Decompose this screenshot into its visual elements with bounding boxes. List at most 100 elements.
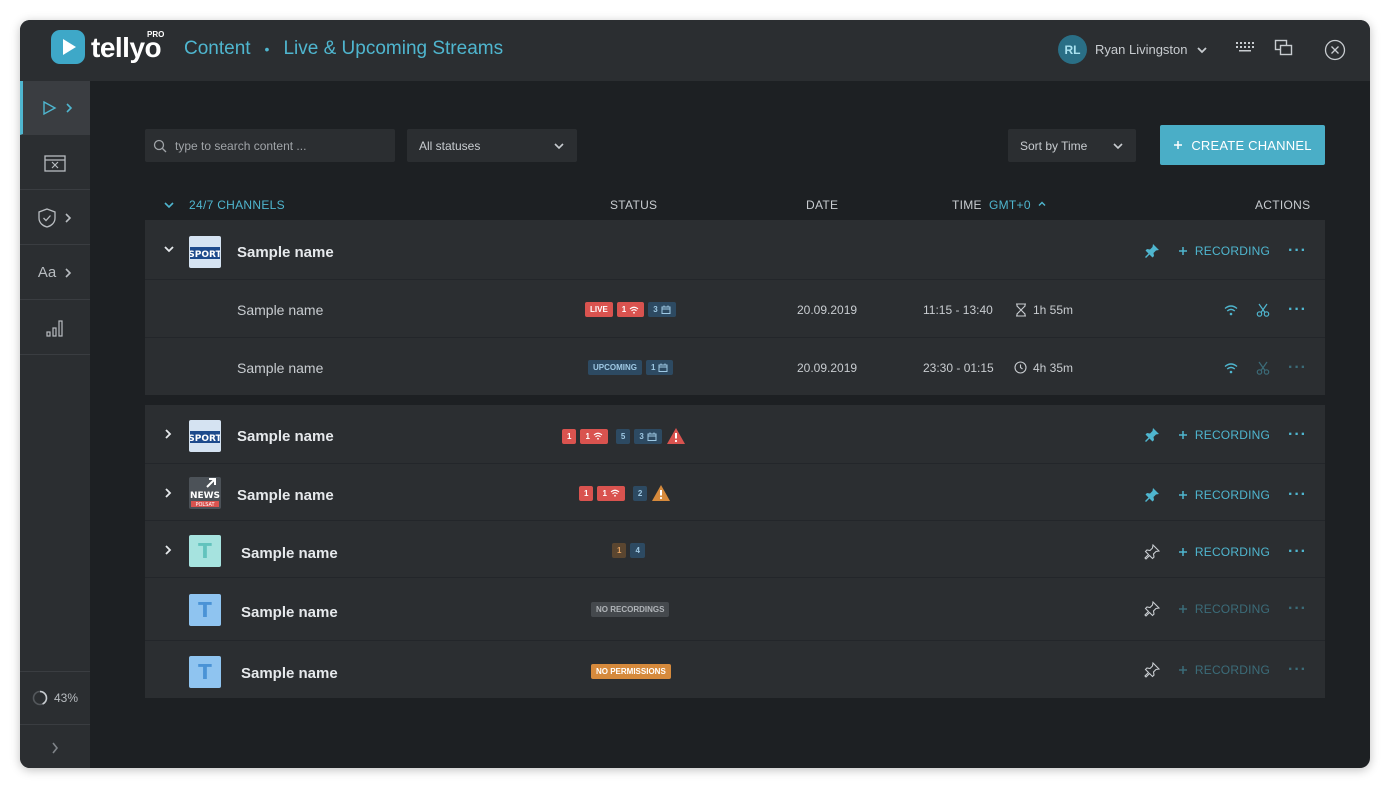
row-actions: ··· [1224, 301, 1307, 319]
play-icon [41, 100, 57, 116]
progress-ring-icon [32, 690, 48, 706]
scheduled-badge: 3 [648, 302, 676, 317]
more-options-icon[interactable]: ··· [1288, 543, 1307, 561]
warning-icon[interactable] [666, 427, 686, 445]
live-count-badge: 1 [562, 428, 577, 444]
breadcrumb-content[interactable]: Content [184, 38, 251, 60]
badge-count: 1 [585, 431, 590, 441]
more-options-icon[interactable]: ··· [1288, 359, 1307, 377]
windows-icon[interactable] [1274, 39, 1294, 57]
tellyo-logo[interactable]: tellyo PRO [51, 30, 171, 70]
column-date: DATE [806, 198, 839, 212]
sidebar-item-text[interactable]: Aa [20, 246, 90, 300]
channel-row[interactable]: NEWS POLSAT Sample name 1 1 2 RECORDING … [145, 465, 1325, 521]
pin-outline-icon[interactable] [1144, 662, 1160, 678]
stream-date: 20.09.2019 [797, 361, 858, 375]
chevron-right-icon[interactable] [163, 428, 173, 440]
stream-duration: 4h 35m [1033, 361, 1074, 375]
create-channel-button[interactable]: CREATE CHANNEL [1160, 125, 1325, 165]
pin-filled-icon[interactable] [1144, 427, 1160, 443]
sort-select[interactable]: Sort by Time [1008, 129, 1136, 162]
breadcrumb-live-streams[interactable]: Live & Upcoming Streams [283, 38, 503, 60]
pin-filled-icon[interactable] [1144, 243, 1160, 259]
stream-name: Sample name [237, 360, 324, 376]
add-recording-button[interactable]: RECORDING [1178, 244, 1270, 258]
progress-value: 43% [53, 691, 79, 705]
pin-outline-icon[interactable] [1144, 544, 1160, 560]
upcoming-badge: UPCOMING [588, 360, 642, 375]
add-recording-button[interactable]: RECORDING [1178, 602, 1270, 616]
sort-value: Sort by Time [1020, 138, 1088, 153]
more-options-icon[interactable]: ··· [1288, 661, 1307, 679]
logo-text: T [198, 660, 212, 684]
channel-row[interactable]: T Sample name NO PERMISSIONS RECORDING ·… [145, 642, 1325, 698]
user-name: Ryan Livingston [1095, 42, 1188, 57]
channel-name: Sample name [237, 428, 334, 445]
logo-text: NEWS [190, 491, 220, 501]
close-icon[interactable] [1324, 39, 1346, 61]
add-recording-button[interactable]: RECORDING [1178, 428, 1270, 442]
count-badge: 2 [632, 485, 648, 501]
sport-channel-logo: SPORT [189, 236, 221, 268]
wifi-icon[interactable] [1224, 362, 1238, 374]
row-actions: RECORDING ··· [1144, 486, 1307, 504]
more-options-icon[interactable]: ··· [1288, 301, 1307, 319]
sidebar-item-stats[interactable] [20, 301, 90, 355]
sidebar-item-clips[interactable] [20, 136, 90, 190]
user-menu[interactable]: RL Ryan Livingston [1058, 35, 1208, 64]
add-recording-button[interactable]: RECORDING [1178, 488, 1270, 502]
status-filter-select[interactable]: All statuses [407, 129, 577, 162]
sidebar-item-security[interactable] [20, 191, 90, 245]
stream-row[interactable]: Sample name LIVE 1 3 20.09.2019 11:15 - … [145, 281, 1325, 338]
plus-icon [1173, 140, 1183, 150]
channel-row[interactable]: SPORT Sample name RECORDING ··· [145, 220, 1325, 280]
channel-row[interactable]: T Sample name 1 4 RECORDING ··· [145, 522, 1325, 578]
pin-outline-icon[interactable] [1144, 601, 1160, 617]
column-time[interactable]: TIME [952, 198, 982, 212]
chevron-down-icon[interactable] [163, 243, 175, 255]
app-window: tellyo PRO Content • Live & Upcoming Str… [20, 20, 1370, 768]
scissors-icon[interactable] [1256, 361, 1270, 375]
add-recording-label: RECORDING [1194, 545, 1271, 559]
more-options-icon[interactable]: ··· [1288, 600, 1307, 618]
row-actions: RECORDING ··· [1144, 543, 1307, 561]
add-recording-label: RECORDING [1194, 488, 1271, 502]
expand-sidebar-button[interactable] [20, 727, 90, 768]
more-options-icon[interactable]: ··· [1288, 426, 1307, 444]
section-title[interactable]: 24/7 CHANNELS [189, 198, 285, 212]
warning-icon[interactable] [651, 484, 671, 502]
search-field[interactable] [145, 129, 395, 162]
wifi-icon [593, 432, 603, 440]
sidebar-item-content[interactable] [20, 81, 90, 135]
row-actions: RECORDING ··· [1144, 600, 1307, 618]
channel-name: Sample name [237, 487, 334, 504]
badge-count: 3 [653, 305, 658, 314]
search-input[interactable] [175, 138, 375, 153]
status-badges: 1 1 2 [579, 484, 671, 502]
channel-row[interactable]: T Sample name NO RECORDINGS RECORDING ··… [145, 579, 1325, 641]
scissors-icon[interactable] [1256, 303, 1270, 317]
add-recording-button[interactable]: RECORDING [1178, 663, 1270, 677]
row-actions: ··· [1224, 359, 1307, 377]
clock-icon [1014, 361, 1027, 374]
chevron-down-icon [1196, 44, 1208, 56]
more-options-icon[interactable]: ··· [1288, 486, 1307, 504]
chevron-down-icon [1112, 140, 1124, 152]
chevron-up-icon[interactable] [1037, 199, 1047, 209]
keyboard-icon[interactable] [1235, 39, 1255, 53]
chevron-right-icon[interactable] [163, 487, 173, 499]
more-options-icon[interactable]: ··· [1288, 242, 1307, 260]
add-recording-button[interactable]: RECORDING [1178, 545, 1270, 559]
chevron-right-icon[interactable] [163, 544, 173, 556]
channel-row[interactable]: SPORT Sample name 1 1 5 3 RECORDING ··· [145, 405, 1325, 464]
status-badges: NO PERMISSIONS [591, 664, 671, 679]
chevron-right-icon [64, 212, 72, 223]
status-badges: 1 1 5 3 [562, 427, 686, 445]
timezone-selector[interactable]: GMT+0 [989, 198, 1031, 212]
wifi-icon[interactable] [1224, 304, 1238, 316]
collapse-section-icon[interactable] [163, 200, 175, 210]
stream-row[interactable]: Sample name UPCOMING 1 20.09.2019 23:30 … [145, 339, 1325, 395]
logo-text: T [198, 598, 212, 622]
channel-name: Sample name [241, 604, 338, 621]
pin-filled-icon[interactable] [1144, 487, 1160, 503]
